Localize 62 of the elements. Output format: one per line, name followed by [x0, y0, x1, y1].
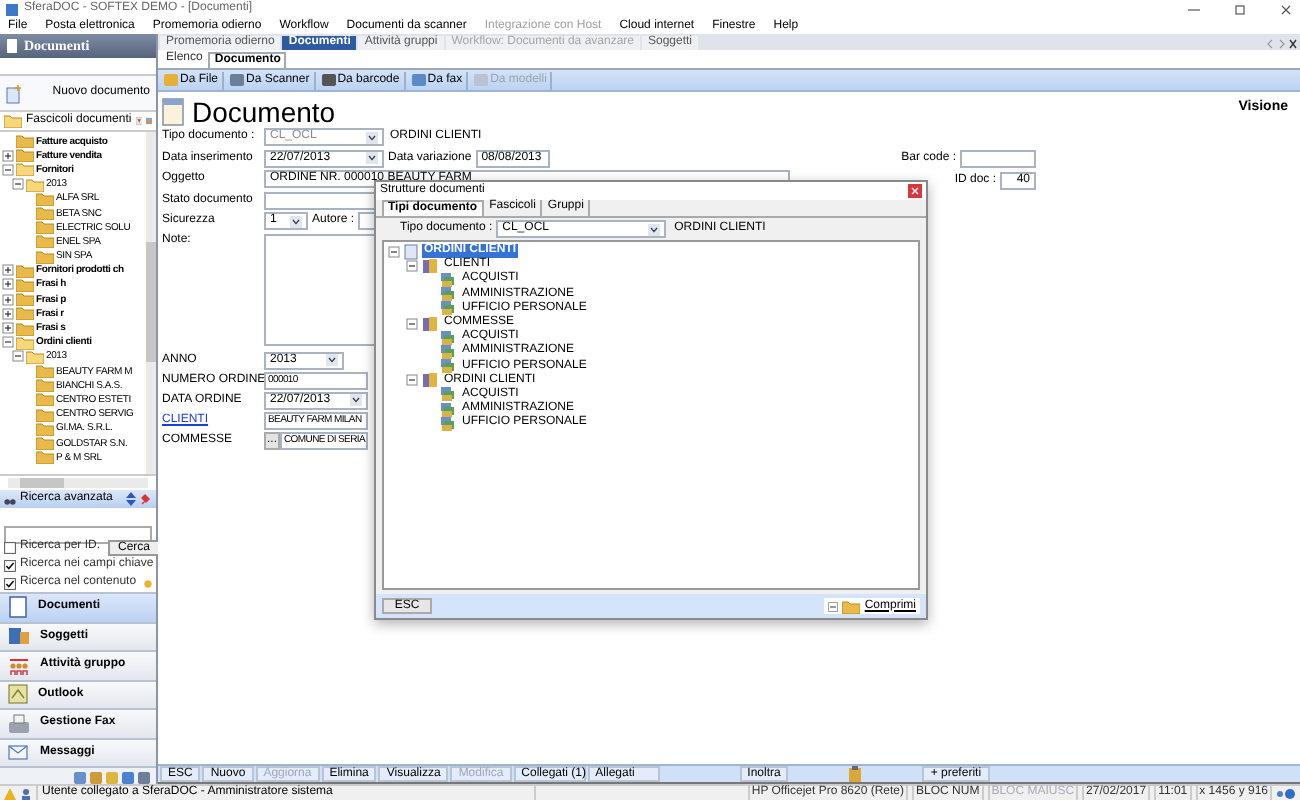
collapse-icon[interactable]	[12, 350, 24, 363]
barcode-field[interactable]	[960, 150, 1036, 168]
dropdown-arrow-icon[interactable]	[648, 223, 661, 235]
app-icon	[6, 3, 18, 15]
binder-icon	[422, 372, 438, 389]
sort-icon[interactable]	[126, 492, 136, 506]
dropdown-arrow-icon[interactable]	[366, 131, 378, 143]
expand-icon[interactable]	[2, 149, 14, 162]
document-icon	[162, 98, 184, 126]
binder-icon	[422, 257, 438, 274]
document-icon	[404, 243, 418, 260]
toolbar-icon	[164, 74, 178, 86]
minimize-icon[interactable]	[1186, 3, 1202, 15]
checkbox[interactable]	[4, 541, 16, 553]
collapse-icon[interactable]	[406, 374, 418, 387]
collapse-icon[interactable]	[2, 163, 14, 176]
pin-icon[interactable]	[140, 492, 152, 506]
close-icon[interactable]	[1278, 3, 1294, 15]
fax-icon	[8, 713, 30, 734]
document-icon	[6, 38, 18, 54]
group-icon	[8, 655, 30, 676]
toolbar-icon	[321, 74, 336, 86]
expand-icon[interactable]	[2, 264, 14, 277]
dropdown-arrow-icon[interactable]	[326, 354, 338, 366]
binoculars-icon	[4, 493, 16, 505]
folder-icon	[842, 599, 861, 613]
binder-icon	[422, 315, 438, 332]
toolbar-icon	[230, 74, 245, 86]
expand-icon[interactable]	[2, 307, 14, 320]
network-icon	[1276, 787, 1296, 799]
search-field[interactable]	[4, 525, 152, 543]
calendar-icon	[8, 684, 28, 705]
toolbar-icon	[474, 74, 489, 86]
clipboard-icon[interactable]	[848, 766, 863, 782]
tab-nav-icon[interactable]	[1266, 38, 1298, 50]
collapse-icon[interactable]	[12, 178, 24, 191]
new-document-icon[interactable]	[6, 83, 24, 103]
document-icon	[8, 596, 28, 619]
dropdown-arrow-icon[interactable]	[366, 152, 378, 164]
people-icon	[8, 626, 30, 647]
collapse-icon	[828, 601, 839, 611]
expand-icon[interactable]	[2, 278, 14, 291]
folder-tool-icon[interactable]	[145, 114, 152, 128]
toolbar-icon	[411, 74, 426, 86]
envelope-icon	[8, 742, 30, 763]
restore-icon[interactable]	[1232, 3, 1248, 15]
help-icon[interactable]	[144, 577, 152, 589]
scrollbar[interactable]	[146, 132, 156, 474]
collapse-icon[interactable]	[388, 245, 400, 258]
dropdown-arrow-icon[interactable]	[350, 394, 362, 406]
collapse-icon[interactable]	[406, 259, 418, 272]
checkbox[interactable]	[4, 577, 16, 589]
filter-icon[interactable]	[135, 114, 142, 128]
checkbox[interactable]	[4, 559, 16, 571]
user-icon	[20, 787, 32, 799]
expand-icon[interactable]	[2, 322, 14, 335]
collapse-icon[interactable]	[2, 336, 14, 349]
page-heading: Documento	[192, 97, 336, 127]
expand-icon[interactable]	[2, 293, 14, 306]
horizontal-scrollbar[interactable]	[8, 478, 148, 488]
dropdown-arrow-icon[interactable]	[290, 215, 302, 227]
collapse-icon[interactable]	[406, 317, 418, 330]
